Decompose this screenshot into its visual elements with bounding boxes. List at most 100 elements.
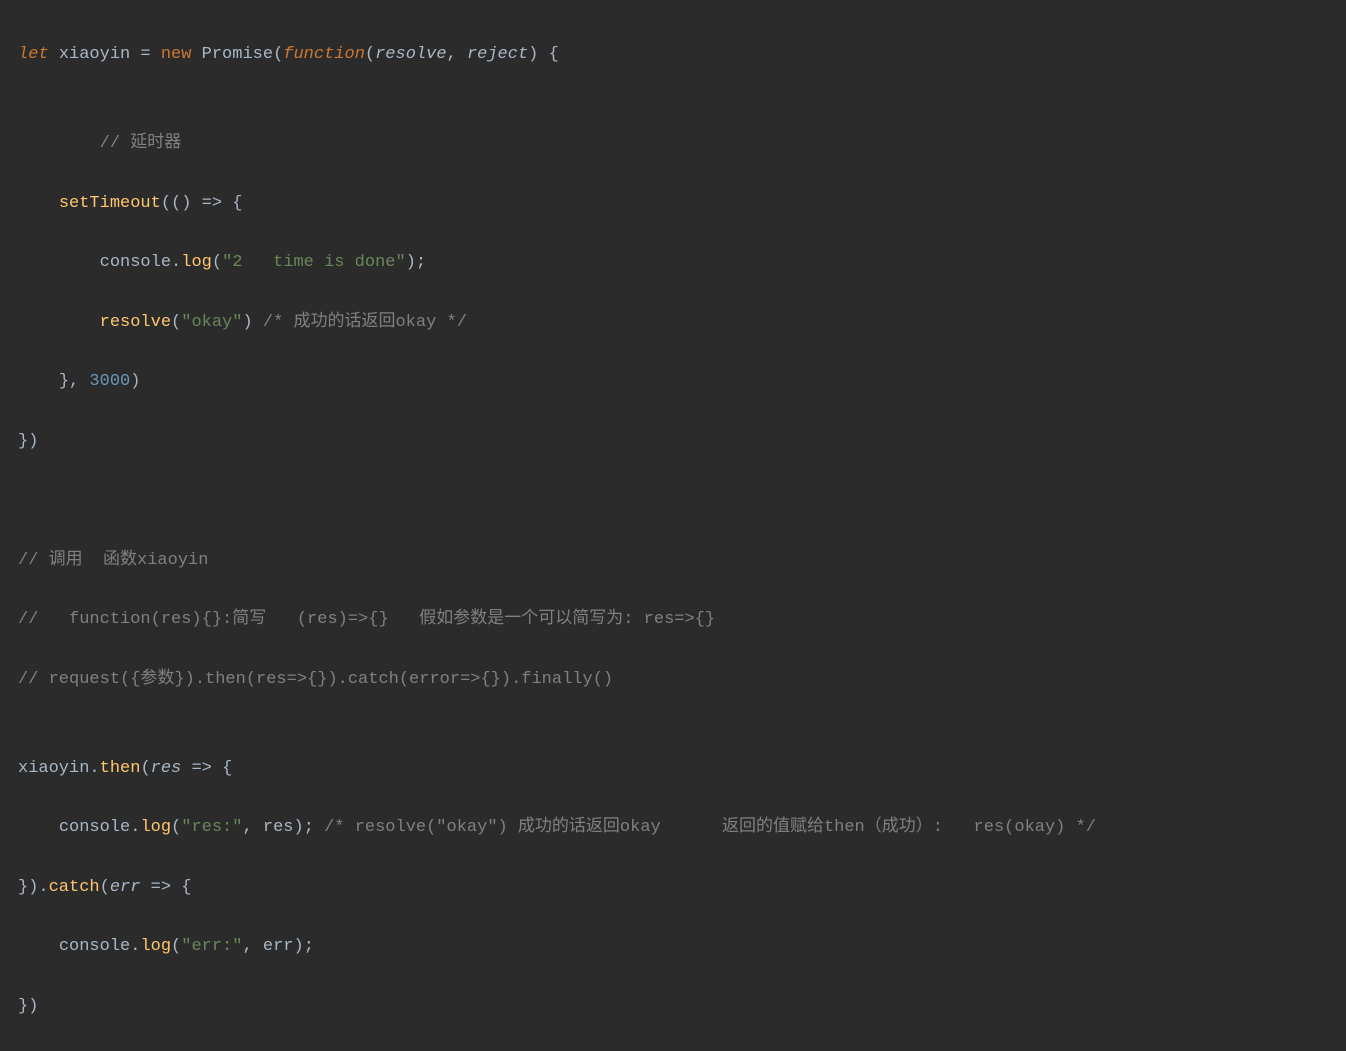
indent xyxy=(18,253,100,272)
paren: ( xyxy=(140,759,150,778)
identifier: xiaoyin xyxy=(59,45,130,64)
code-line: let xiaoyin = new Promise(function(resol… xyxy=(18,40,1346,70)
brace: }) xyxy=(18,878,38,897)
indent xyxy=(18,313,100,332)
paren: ( xyxy=(171,937,181,956)
fn-settimeout: setTimeout xyxy=(59,194,161,213)
paren: (() xyxy=(161,194,202,213)
code-line: // function(res){}:简写 (res)=>{} 假如参数是一个可… xyxy=(18,605,1346,635)
code-line: xiaoyin.then(res => { xyxy=(18,754,1346,784)
code-line: // 延时器 xyxy=(18,129,1346,159)
identifier: xiaoyin xyxy=(18,759,89,778)
semicolon: ; xyxy=(416,253,426,272)
paren: ( xyxy=(212,253,222,272)
string: "okay" xyxy=(181,313,242,332)
paren: ( xyxy=(273,45,283,64)
code-line: }, 3000) xyxy=(18,367,1346,397)
keyword-new: new xyxy=(161,45,202,64)
arrow: => xyxy=(202,194,222,213)
comma: , xyxy=(242,937,262,956)
dot: . xyxy=(171,253,181,272)
class-name: Promise xyxy=(202,45,273,64)
paren: ) xyxy=(406,253,416,272)
identifier: err xyxy=(263,937,294,956)
paren: ) xyxy=(293,937,303,956)
paren: ) xyxy=(528,45,538,64)
indent xyxy=(18,134,100,153)
paren: ( xyxy=(100,878,110,897)
semicolon: ; xyxy=(304,937,314,956)
param-reject: reject xyxy=(467,45,528,64)
dot: . xyxy=(130,818,140,837)
space xyxy=(212,759,222,778)
console-obj: console xyxy=(59,937,130,956)
brace: { xyxy=(232,194,242,213)
code-line: resolve("okay") /* 成功的话返回okay */ xyxy=(18,308,1346,338)
code-line: console.log("res:", res); /* resolve("ok… xyxy=(18,813,1346,843)
paren: ) xyxy=(293,818,303,837)
space xyxy=(314,818,324,837)
string: "2 time is done" xyxy=(222,253,406,272)
arrow: => xyxy=(151,878,171,897)
comment: // 延时器 xyxy=(100,134,182,153)
param-res: res xyxy=(151,759,182,778)
comment: // 调用 函数xiaoyin xyxy=(18,551,208,570)
dot: . xyxy=(89,759,99,778)
code-line: // 调用 函数xiaoyin xyxy=(18,546,1346,576)
number: 3000 xyxy=(89,372,130,391)
console-obj: console xyxy=(100,253,171,272)
string: "res:" xyxy=(181,818,242,837)
indent xyxy=(18,194,59,213)
comment: // request({参数}).then(res=>{}).catch(err… xyxy=(18,670,613,689)
comment: // function(res){}:简写 (res)=>{} 假如参数是一个可… xyxy=(18,610,715,629)
param-err: err xyxy=(110,878,141,897)
brace: } xyxy=(59,372,69,391)
comma: , xyxy=(69,372,89,391)
arrow: => xyxy=(191,759,211,778)
code-line: // request({参数}).then(res=>{}).catch(err… xyxy=(18,665,1346,695)
comment: /* 成功的话返回okay */ xyxy=(263,313,467,332)
brace: { xyxy=(181,878,191,897)
comment: /* resolve("okay") 成功的话返回okay 返回的值赋给then… xyxy=(324,818,1096,837)
paren: ( xyxy=(365,45,375,64)
fn-resolve: resolve xyxy=(100,313,171,332)
param-resolve: resolve xyxy=(375,45,446,64)
indent xyxy=(18,818,59,837)
space xyxy=(140,878,150,897)
brace: }) xyxy=(18,997,38,1016)
log-method: log xyxy=(140,937,171,956)
code-line: console.log("err:", err); xyxy=(18,932,1346,962)
semicolon: ; xyxy=(304,818,314,837)
paren: ( xyxy=(171,313,181,332)
dot: . xyxy=(38,878,48,897)
comma: , xyxy=(447,45,467,64)
code-line: console.log("2 time is done"); xyxy=(18,248,1346,278)
operator: = xyxy=(130,45,161,64)
brace: }) xyxy=(18,432,38,451)
brace: { xyxy=(549,45,559,64)
space xyxy=(171,878,181,897)
code-line: }).catch(err => { xyxy=(18,873,1346,903)
paren: ) xyxy=(242,313,252,332)
method-then: then xyxy=(100,759,141,778)
code-line: }) xyxy=(18,427,1346,457)
dot: . xyxy=(130,937,140,956)
keyword-function: function xyxy=(283,45,365,64)
comma: , xyxy=(242,818,262,837)
paren: ) xyxy=(130,372,140,391)
log-method: log xyxy=(140,818,171,837)
brace: { xyxy=(222,759,232,778)
space xyxy=(253,313,263,332)
code-line: }) xyxy=(18,992,1346,1022)
code-editor[interactable]: let xiaoyin = new Promise(function(resol… xyxy=(0,0,1346,1051)
indent xyxy=(18,937,59,956)
string: "err:" xyxy=(181,937,242,956)
paren: ( xyxy=(171,818,181,837)
space xyxy=(222,194,232,213)
identifier: res xyxy=(263,818,294,837)
method-catch: catch xyxy=(49,878,100,897)
space xyxy=(181,759,191,778)
keyword-let: let xyxy=(18,45,59,64)
code-line: setTimeout(() => { xyxy=(18,189,1346,219)
space xyxy=(538,45,548,64)
